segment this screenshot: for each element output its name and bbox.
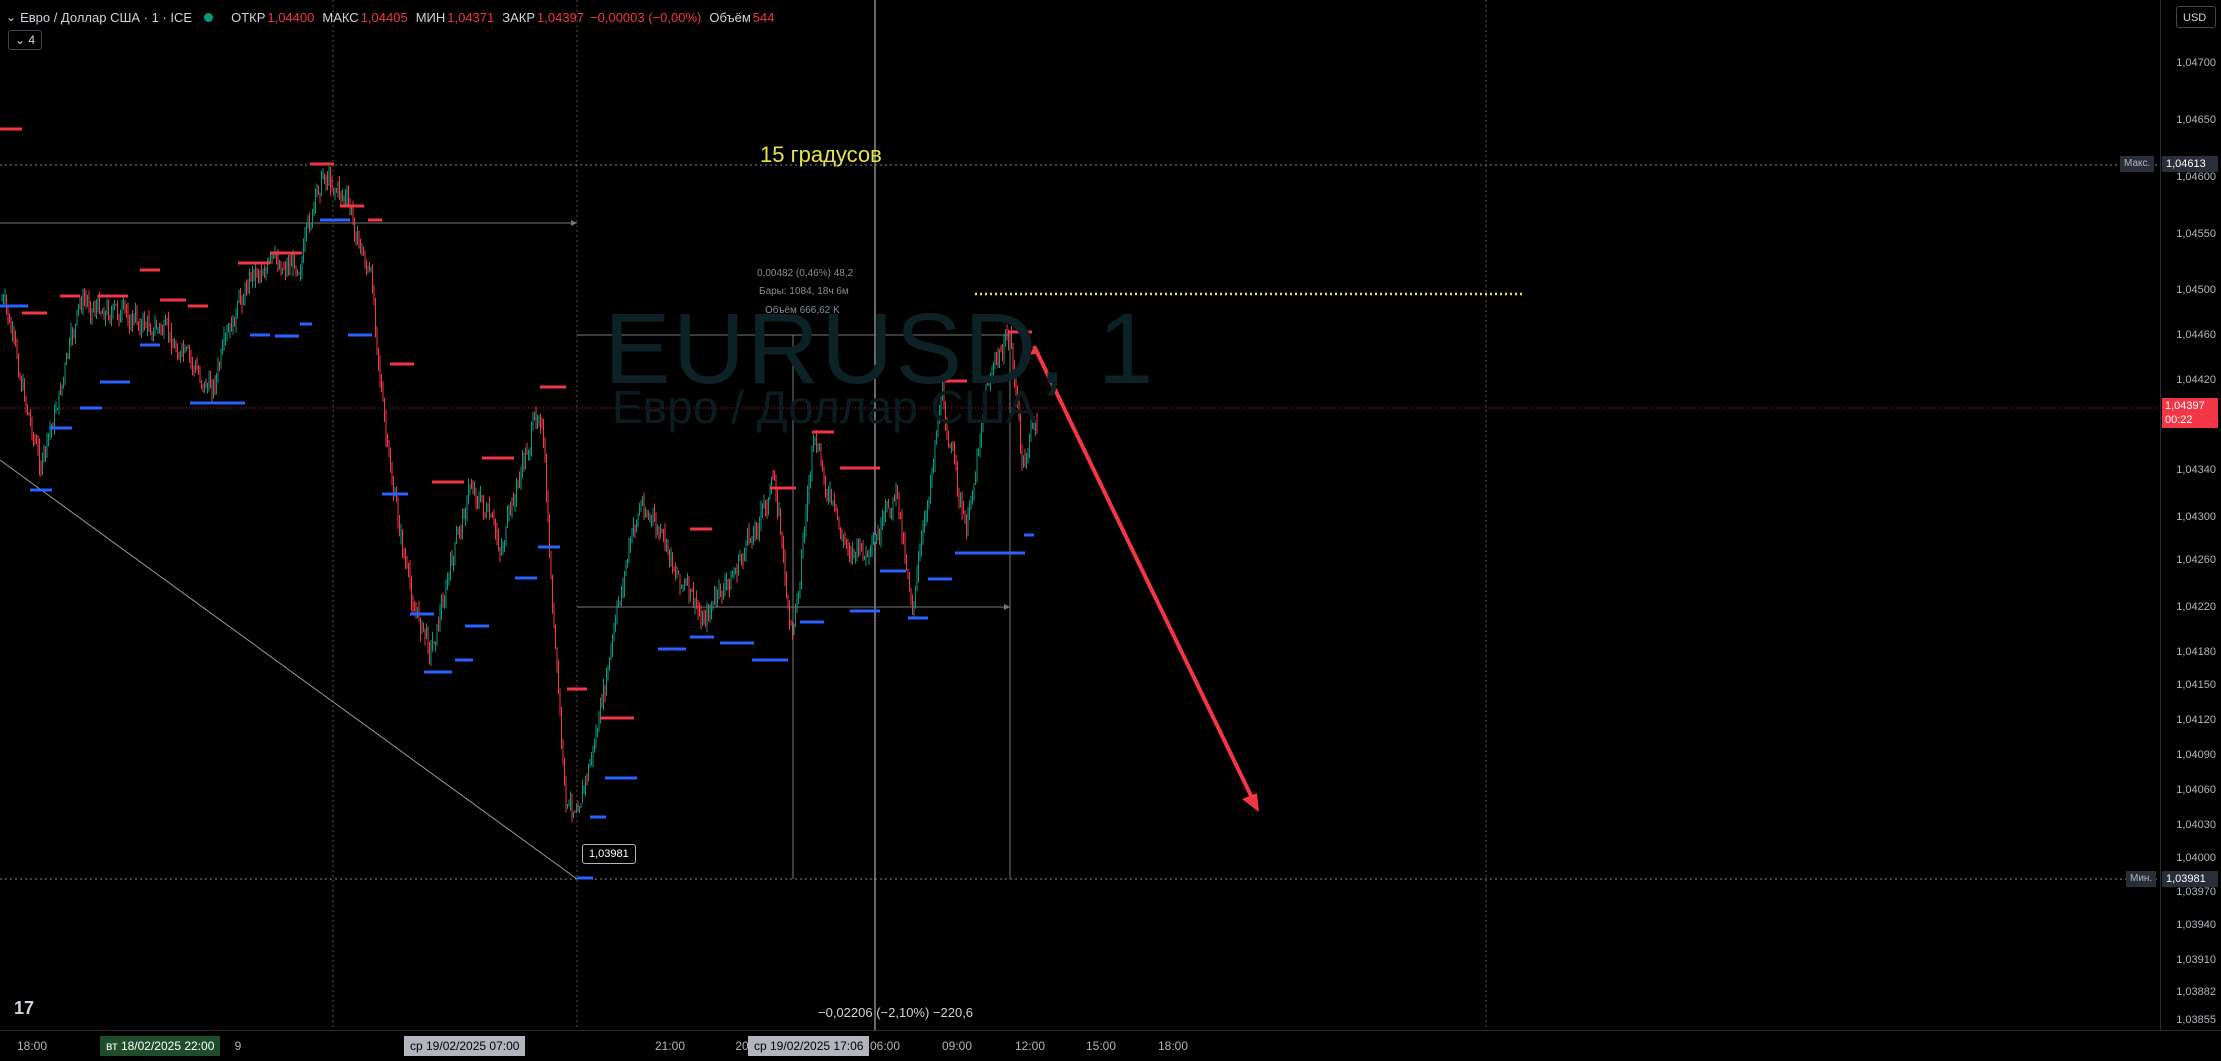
- price-tick: 1,03970: [2176, 886, 2216, 898]
- time-tick: 18:00: [1157, 1039, 1189, 1053]
- bottom-measure-text: −0,02206 (−2,10%) −220,6: [818, 1005, 974, 1020]
- indicator-toggle-button[interactable]: ⌄ 4: [8, 30, 43, 50]
- open-label: ОТКР: [231, 9, 266, 25]
- low-price-label: 1,03981: [2162, 871, 2218, 887]
- market-status-icon: [204, 12, 214, 22]
- price-tick: 1,04000: [2176, 852, 2216, 864]
- price-tick: 1,04340: [2176, 464, 2216, 476]
- price-tick: 1,04600: [2176, 171, 2216, 183]
- price-tick: 1,03910: [2176, 954, 2216, 966]
- price-tick: 1,04220: [2176, 601, 2216, 613]
- watermark-name: Евро / Доллар США: [612, 381, 1037, 433]
- price-chart[interactable]: [0, 0, 2160, 1030]
- price-tick: 1,03855: [2176, 1014, 2216, 1026]
- chart-area[interactable]: EURUSD, 1 Евро / Доллар США ⌄ Евро / Дол…: [0, 0, 2160, 1030]
- currency-button[interactable]: USD: [2176, 6, 2216, 28]
- time-label-mid: ср 19/02/2025 07:00: [404, 1036, 526, 1056]
- time-tick: 09:00: [941, 1039, 973, 1053]
- range-arrow: [571, 220, 577, 226]
- price-tick: 1,03882: [2176, 986, 2216, 998]
- price-tick: 1,04700: [2176, 57, 2216, 69]
- price-tick: 1,04650: [2176, 114, 2216, 126]
- time-tick: 18:00: [16, 1039, 48, 1053]
- annotation-text[interactable]: 15 градусов: [760, 142, 882, 168]
- countdown-value: 00:22: [2165, 414, 2193, 426]
- low-value: 1,04371: [447, 9, 495, 25]
- price-tick: 1,04090: [2176, 749, 2216, 761]
- volume-label: Объём: [709, 9, 751, 25]
- time-tick: 15:00: [1085, 1039, 1117, 1053]
- close-value: 1,04397: [537, 9, 585, 25]
- symbol-title[interactable]: Евро / Доллар США · 1 · ICE: [20, 10, 192, 25]
- measure-arrow: [1004, 604, 1010, 610]
- time-tick: 20: [735, 1039, 749, 1053]
- tradingview-logo-icon[interactable]: 17: [14, 998, 34, 1019]
- change-value: −0,00003 (−0,00%): [590, 9, 702, 25]
- time-tick: 06:00: [869, 1039, 901, 1053]
- high-value: 1,04405: [360, 9, 408, 25]
- indicator-count: 4: [28, 33, 36, 47]
- current-price-label: 1,04397 00:22: [2162, 398, 2218, 428]
- time-tick: 12:00: [1014, 1039, 1046, 1053]
- time-tick: 21:00: [654, 1039, 686, 1053]
- price-tick: 1,04550: [2176, 228, 2216, 240]
- high-price-label: 1,04613: [2162, 156, 2218, 172]
- price-tick: 1,04420: [2176, 374, 2216, 386]
- high-label: МАКС: [322, 9, 359, 25]
- time-tick: 9: [234, 1039, 242, 1053]
- min-price-label: 1,03981: [582, 844, 636, 864]
- low-label: МИН: [415, 9, 446, 25]
- volume-value: 544: [752, 9, 775, 25]
- forecast-arrow: [1032, 345, 1257, 805]
- forecast-arrow-head: [1242, 793, 1259, 812]
- price-tick: 1,04120: [2176, 714, 2216, 726]
- price-tick: 1,04500: [2176, 284, 2216, 296]
- price-tick: 1,04060: [2176, 784, 2216, 796]
- time-label-left: вт 18/02/2025 22:00: [100, 1036, 221, 1056]
- open-value: 1,04400: [267, 9, 315, 25]
- price-tick: 1,04150: [2176, 679, 2216, 691]
- close-label: ЗАКР: [502, 9, 536, 25]
- high-tag: Макс.: [2120, 156, 2155, 172]
- price-tick: 1,04260: [2176, 554, 2216, 566]
- legend-header: ⌄ Евро / Доллар США · 1 · ICE ОТКР 1,044…: [6, 6, 774, 28]
- low-tag: Мин.: [2126, 871, 2157, 887]
- price-tick: 1,03940: [2176, 919, 2216, 931]
- price-tick: 1,04300: [2176, 511, 2216, 523]
- time-label-right: ср 19/02/2025 17:06: [748, 1036, 870, 1056]
- price-tick: 1,04030: [2176, 819, 2216, 831]
- time-axis[interactable]: 18:00912:0021:002003:0006:0009:0012:0015…: [0, 1030, 2221, 1061]
- trend-line: [0, 459, 578, 880]
- price-tick: 1,04180: [2176, 646, 2216, 658]
- price-tick: 1,04460: [2176, 329, 2216, 341]
- chevron-icon[interactable]: ⌄: [6, 10, 16, 24]
- measure-line-3: Объём 666,62 K: [765, 305, 840, 316]
- measure-line-2: Бары: 1084, 18ч 6м: [759, 286, 849, 297]
- measure-line-1: 0,00482 (0,46%) 48,2: [757, 268, 854, 279]
- current-price-value: 1,04397: [2165, 400, 2205, 412]
